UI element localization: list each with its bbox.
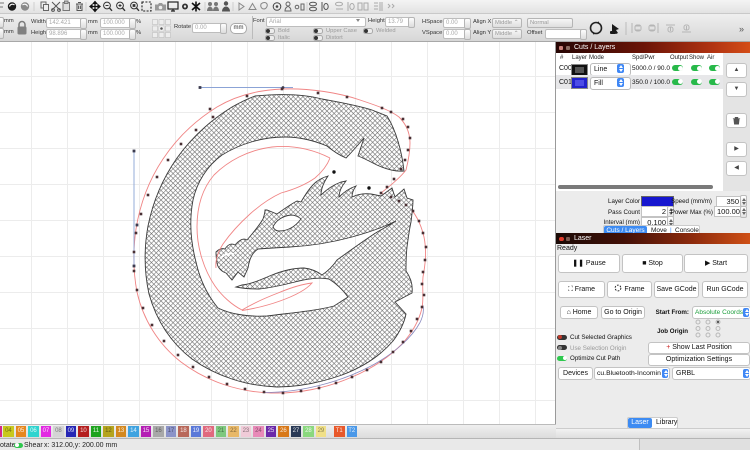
svg-text:»: » <box>739 24 744 34</box>
